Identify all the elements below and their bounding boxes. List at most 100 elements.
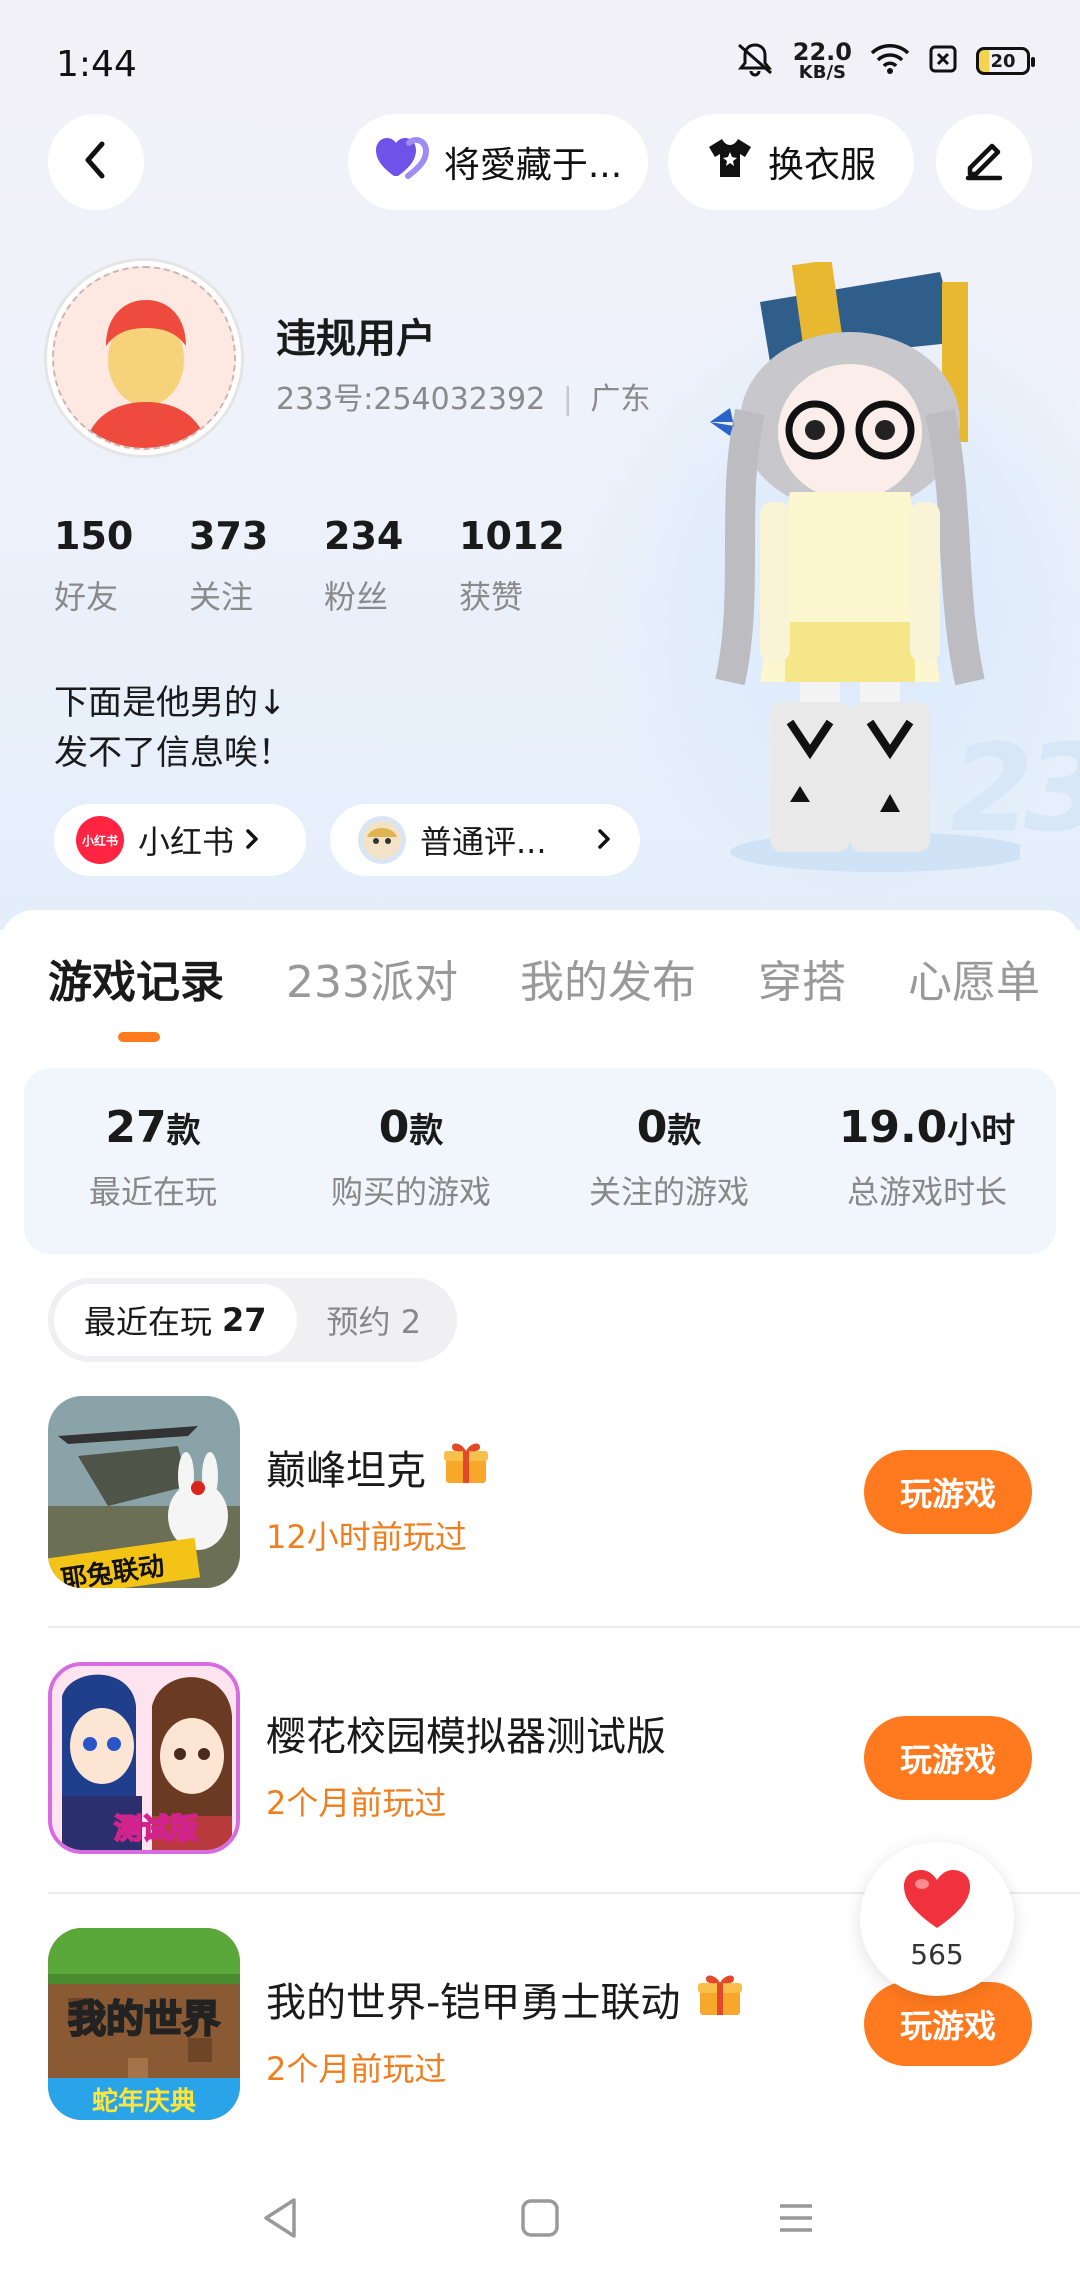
bio-line: 发不了信息唉！ (54, 733, 292, 773)
collection-button[interactable]: 将愛藏于... (348, 114, 648, 210)
filter-reserved[interactable]: 预约 2 (297, 1284, 452, 1356)
game-name: 我的世界-铠甲勇士联动 (266, 1980, 681, 2026)
list-divider (48, 1626, 1080, 1628)
user-id-line: 233号:254032392 | 广东 (276, 374, 650, 418)
chevron-right-icon (244, 821, 260, 859)
game-icon-sakura-school: 测试版 (48, 1662, 240, 1854)
user-id: 233号:254032392 (276, 382, 546, 417)
game-icon-caption: 我的世界 (68, 1997, 220, 2041)
game-name: 巅峰坦克 (266, 1448, 426, 1494)
summary-value: 27 (105, 1102, 167, 1153)
summary-value: 0 (378, 1102, 410, 1153)
xiaohongshu-link[interactable]: 小红书 小红书 (54, 804, 306, 876)
id-separator: | (562, 382, 573, 417)
stat-following[interactable]: 373 关注 (189, 514, 324, 618)
badge-avatar-icon (358, 816, 406, 864)
edit-profile-button[interactable] (936, 114, 1032, 210)
game-last-played: 2个月前玩过 (266, 1784, 447, 1822)
tab-outfits[interactable]: 穿搭 (758, 946, 846, 1010)
stat-friends[interactable]: 150 好友 (54, 514, 189, 618)
net-speed: 22.0 KB/S (793, 40, 852, 82)
content-card: 游戏记录 233派对 我的发布 穿搭 心愿单 27款 最近在玩 0款 购买的游戏… (0, 910, 1080, 2280)
stat-label: 关注 (189, 578, 254, 616)
nav-menu-button[interactable] (766, 2190, 826, 2250)
game-name: 樱花校园模拟器测试版 (266, 1714, 666, 1760)
mute-icon (735, 41, 775, 81)
summary-label: 关注的游戏 (588, 1173, 749, 1211)
user-region: 广东 (590, 382, 651, 417)
tab-wishlist[interactable]: 心愿单 (908, 946, 1040, 1010)
stat-label: 好友 (54, 578, 119, 616)
game-icon-minecraft: 我的世界 蛇年庆典 (48, 1928, 240, 2120)
status-time: 1:44 (56, 44, 137, 85)
rating-label: 普通评... (420, 823, 547, 861)
menu-icon (776, 2198, 816, 2242)
play-game-button[interactable]: 玩游戏 (864, 1716, 1032, 1800)
tab-game-records[interactable]: 游戏记录 (48, 946, 224, 1010)
profile-tabs: 游戏记录 233派对 我的发布 穿搭 心愿单 (48, 946, 1080, 1010)
pencil-icon (962, 138, 1006, 186)
nav-home-button[interactable] (510, 2190, 570, 2250)
summary-unit: 款 (166, 1111, 201, 1151)
game-title: 樱花校园模拟器测试版 (266, 1704, 666, 1762)
game-icon-tank: 耶兔联动 (48, 1396, 240, 1588)
tab-indicator (118, 1032, 160, 1042)
filter-recent-label: 最近在玩 (84, 1303, 213, 1341)
outfit-label: 换衣服 (767, 145, 876, 186)
nav-back-button[interactable] (250, 2190, 310, 2250)
xiaohongshu-logo-icon: 小红书 (76, 816, 124, 864)
collection-label: 将愛藏于... (443, 145, 623, 186)
avatar-image (52, 266, 236, 450)
game-title: 巅峰坦克 (266, 1438, 490, 1496)
triangle-back-icon (260, 2196, 300, 2244)
shirt-icon (706, 136, 754, 189)
summary-unit: 小时 (947, 1111, 1016, 1151)
tab-my-posts[interactable]: 我的发布 (520, 946, 696, 1010)
summary-followed[interactable]: 0款 关注的游戏 (540, 1068, 798, 1254)
like-count: 565 (910, 1937, 964, 1971)
chevron-left-icon (78, 140, 114, 184)
summary-value: 0 (636, 1102, 668, 1153)
profile-stats: 150 好友 373 关注 234 粉丝 1012 获赞 (54, 514, 594, 618)
brand-233-watermark: 233 (950, 720, 1080, 859)
filter-recent[interactable]: 最近在玩 27 (54, 1284, 297, 1356)
net-speed-unit: KB/S (798, 62, 846, 83)
summary-purchased[interactable]: 0款 购买的游戏 (282, 1068, 540, 1254)
list-item[interactable]: 耶兔联动 巅峰坦克 12小时前玩过 玩游戏 (0, 1396, 1080, 1662)
square-home-icon (520, 2198, 560, 2242)
profile-hero: 1:44 22.0 KB/S 20 将愛藏于... 换衣服 违规用户 233号:… (0, 0, 1080, 930)
status-bar: 1:44 22.0 KB/S 20 (0, 0, 1080, 130)
game-last-played: 12小时前玩过 (266, 1518, 467, 1556)
change-outfit-button[interactable]: 换衣服 (668, 114, 914, 210)
summary-value: 19.0 (838, 1102, 948, 1153)
game-filter-toggle: 最近在玩 27 预约 2 (48, 1278, 458, 1362)
summary-label: 购买的游戏 (330, 1173, 491, 1211)
tab-233-party[interactable]: 233派对 (286, 946, 458, 1010)
avatar[interactable] (44, 258, 244, 458)
summary-playtime[interactable]: 19.0小时 总游戏时长 (798, 1068, 1056, 1254)
play-game-button[interactable]: 玩游戏 (864, 1450, 1032, 1534)
summary-label: 总游戏时长 (846, 1173, 1007, 1211)
floating-like-button[interactable]: 565 (860, 1842, 1014, 1996)
stat-likes[interactable]: 1012 获赞 (459, 514, 594, 618)
bio-line: 下面是他男的↓ (54, 683, 287, 723)
rating-badge-link[interactable]: 普通评... (330, 804, 640, 876)
battery-icon: 20 (976, 47, 1035, 75)
back-button[interactable] (48, 114, 144, 210)
sim-icon (928, 44, 958, 78)
summary-recent[interactable]: 27款 最近在玩 (24, 1068, 282, 1254)
game-icon-subcaption: 蛇年庆典 (92, 2086, 196, 2117)
chevron-right-icon (596, 821, 612, 859)
battery-level: 20 (990, 50, 1016, 72)
stat-value: 234 (324, 514, 404, 558)
gift-icon (696, 1971, 744, 2027)
xiaohongshu-label: 小红书 (138, 823, 235, 861)
stat-fans[interactable]: 234 粉丝 (324, 514, 459, 618)
game-last-played: 2个月前玩过 (266, 2050, 447, 2088)
summary-label: 最近在玩 (88, 1173, 217, 1211)
stat-value: 150 (54, 514, 134, 558)
net-speed-value: 22.0 (792, 38, 852, 66)
summary-unit: 款 (667, 1111, 702, 1151)
stat-value: 373 (189, 514, 269, 558)
gift-icon (442, 1439, 490, 1495)
